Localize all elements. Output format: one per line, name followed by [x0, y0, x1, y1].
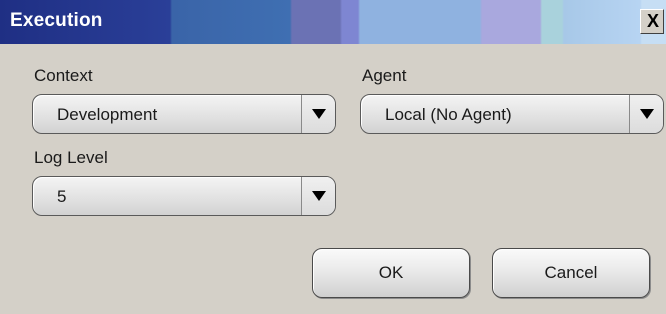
- cancel-button[interactable]: Cancel: [492, 248, 650, 298]
- agent-dropdown-arrow[interactable]: [629, 95, 663, 133]
- ok-button[interactable]: OK: [312, 248, 470, 298]
- close-button[interactable]: X: [640, 9, 664, 34]
- log-level-label: Log Level: [34, 148, 108, 167]
- chevron-down-icon: [640, 109, 654, 119]
- agent-dropdown[interactable]: Local (No Agent): [360, 94, 664, 134]
- context-label: Context: [34, 66, 93, 85]
- log-level-value: 5: [57, 187, 67, 206]
- window-title: Execution: [10, 10, 103, 31]
- agent-value: Local (No Agent): [385, 105, 512, 124]
- context-dropdown-arrow[interactable]: [301, 95, 335, 133]
- title-bar[interactable]: Execution X: [0, 0, 666, 44]
- close-icon: X: [647, 11, 660, 31]
- chevron-down-icon: [312, 191, 326, 201]
- context-value: Development: [57, 105, 158, 124]
- context-dropdown[interactable]: Development: [32, 94, 336, 134]
- chevron-down-icon: [312, 109, 326, 119]
- agent-label: Agent: [362, 66, 407, 85]
- execution-dialog: Execution X Context Development Agent Lo…: [0, 0, 666, 314]
- log-level-dropdown[interactable]: 5: [32, 176, 336, 216]
- log-level-dropdown-arrow[interactable]: [301, 177, 335, 215]
